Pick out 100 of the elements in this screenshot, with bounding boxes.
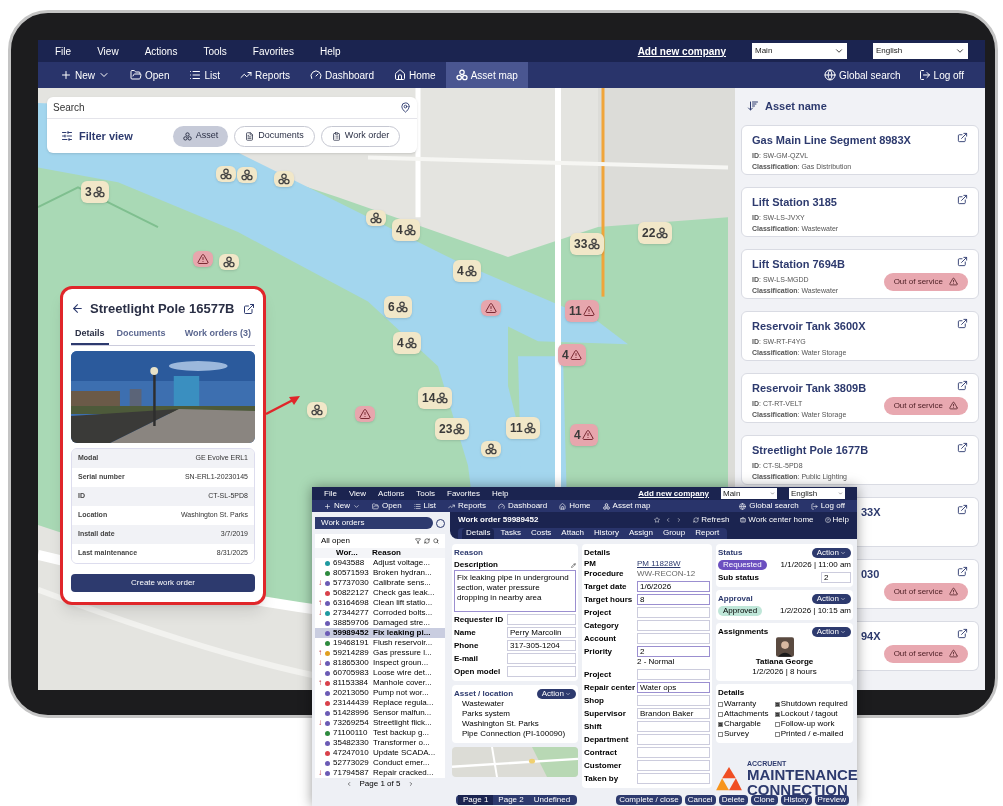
asset-title: Reservoir Tank 3809B [752,380,868,396]
action-button[interactable]: Action [811,594,851,604]
nav-item[interactable]: Log off [804,500,851,512]
warning-icon [949,587,958,596]
external-link-icon[interactable] [957,441,968,453]
checkbox[interactable] [718,711,723,717]
add-company-link[interactable]: Add new company [637,43,726,59]
menu-item[interactable]: File [55,43,72,59]
checkbox[interactable] [774,701,780,707]
header-action[interactable]: Work center home [740,515,814,525]
menu-item[interactable]: Help [319,43,341,59]
nav-item[interactable]: New [50,62,120,88]
globe-icon [823,69,836,81]
work-order-row[interactable]: 23144439 Replace regula... [315,698,445,708]
nav-item[interactable]: Global search [814,62,910,88]
external-link-icon[interactable] [957,131,968,143]
work-order-row[interactable]: 52773029 Conduct emer... [315,758,445,768]
select-field[interactable]: 2 [821,572,851,583]
help-icon [824,517,831,523]
external-link-icon[interactable] [957,317,968,329]
footer-button[interactable]: Preview [814,795,849,805]
footer-button[interactable]: Cancel [684,795,716,805]
checkbox[interactable] [774,711,780,717]
menu-item[interactable]: Actions [144,43,178,59]
page-tab[interactable]: Page 1 [458,795,494,805]
action-button[interactable]: Action [811,548,851,558]
header-action[interactable]: Help [824,515,849,525]
caret-icon [840,550,846,556]
checkbox[interactable] [718,701,723,707]
asset-card[interactable]: 33X [857,496,979,547]
footer-button[interactable]: Clone [750,795,778,805]
checkbox[interactable] [718,721,723,727]
menu-item[interactable]: View [97,43,119,59]
menu-item[interactable]: Tools [203,43,227,59]
table-cell: Repair cracked... [373,768,434,778]
input-field[interactable]: Brandon Baker [637,708,710,719]
logo-text: MAINTENANCE [747,767,858,782]
footer-button[interactable]: Delete [718,795,748,805]
checkbox[interactable] [774,731,780,737]
nav-item[interactable]: Global search [733,500,805,512]
nav-item[interactable]: Open [120,62,180,88]
work-order-row[interactable]: ↓ 71794587 Repair cracked... [315,768,445,778]
external-link-icon[interactable] [957,255,968,267]
nav-item[interactable]: Log off [909,62,973,88]
sort-label[interactable]: Asset name [765,98,827,115]
checkbox-label: Chargable [724,719,761,729]
input-field[interactable] [637,734,710,745]
input-field[interactable] [637,695,710,706]
checkbox-label: Survey [724,729,749,739]
nav-item[interactable]: Asset map [445,62,528,88]
external-link-icon[interactable] [957,193,968,205]
input-field[interactable] [637,721,710,732]
external-link-icon[interactable] [957,503,968,515]
field-label: Department [584,734,630,745]
input-field[interactable] [637,760,710,771]
checkbox[interactable] [774,721,780,727]
footer-button[interactable]: Complete / close [616,795,682,805]
next-page-icon[interactable] [408,781,415,787]
panel-title: Asset / location [454,689,515,699]
page-tab[interactable]: Page 2 [493,795,529,805]
status-badge: Out of service [883,644,968,663]
external-link-icon[interactable] [957,627,968,639]
asset-title: Lift Station 7694B [752,256,846,272]
work-order-row[interactable]: 20213050 Pump not wor... [315,688,445,698]
work-order-row[interactable]: 35482330 Transformer o... [315,738,445,748]
external-link-icon[interactable] [957,379,968,391]
footer-button[interactable]: History [780,795,812,805]
nav-item[interactable]: Home [384,62,446,88]
asset-card[interactable]: 94X Out of service [857,620,979,671]
priority-arrow: ↓ [318,718,322,728]
input-field[interactable] [637,773,710,784]
select-field[interactable]: English [789,488,845,499]
checkbox[interactable] [718,731,723,737]
nav-item[interactable]: Dashboard [300,62,384,88]
work-order-row[interactable]: ↓ 73269254 Streetlight flick... [315,718,445,728]
select-field[interactable]: Main [721,488,777,499]
action-button[interactable]: Action [536,689,576,699]
external-link-icon[interactable] [957,565,968,577]
action-button[interactable]: Action [811,627,851,637]
sort-icon[interactable] [747,100,759,113]
work-order-row[interactable]: 47247010 Update SCADA... [315,748,445,758]
table-cell: Conduct emer... [373,758,430,768]
field-label: Contract [584,747,618,758]
select-field[interactable]: English [873,43,968,59]
panel-title: Details [718,688,746,698]
work-order-row[interactable]: 51428996 Sensor malfun... [315,708,445,718]
nav-item[interactable]: List [179,62,231,88]
input-field[interactable] [637,747,710,758]
select-field[interactable]: Main [752,43,847,59]
asset-card[interactable]: 030 Out of service [857,558,979,609]
nav-item[interactable]: Reports [230,62,301,88]
table-cell-text: 51428996 [333,708,370,718]
menu-item[interactable]: Favorites [252,43,294,59]
work-order-row[interactable]: 71100110 Test backup g... [315,728,445,738]
field-label: Shop [584,695,605,706]
folder-icon [130,69,142,81]
page-tab[interactable]: Undefined [528,795,576,805]
previous-page-icon[interactable] [345,781,352,787]
status-badge: Out of service [883,396,968,415]
location-line: Washington St. Parks [462,719,540,729]
